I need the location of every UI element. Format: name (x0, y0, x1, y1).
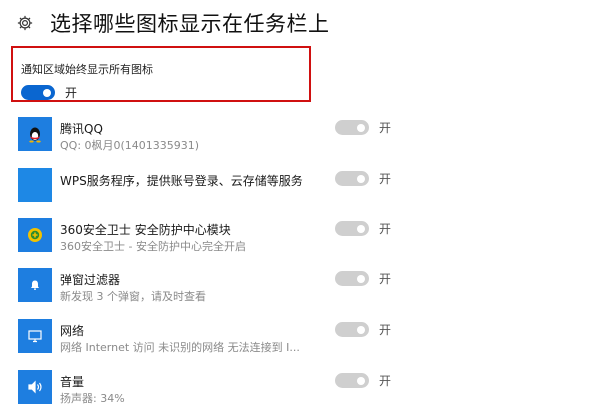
toggle-switch-off[interactable] (335, 373, 369, 388)
toggle-state-label: 开 (379, 172, 392, 186)
page-title: 选择哪些图标显示在任务栏上 (50, 12, 330, 36)
qq-penguin-icon (18, 117, 52, 151)
list-item: 360安全卫士 安全防护中心模块 360安全卫士 - 安全防护中心完全开启 开 (18, 218, 598, 254)
monitor-icon (18, 319, 52, 353)
toggle-switch-off[interactable] (335, 221, 369, 236)
list-item: 腾讯QQ QQ: 0枫月0(1401335931) 开 (18, 117, 598, 153)
item-toggle[interactable]: 开 (335, 372, 391, 389)
item-title: 360安全卫士 安全防护中心模块 (60, 223, 231, 237)
always-show-label: 通知区域始终显示所有图标 (21, 63, 153, 76)
always-show-toggle[interactable]: 开 (21, 84, 77, 101)
page-header: 选择哪些图标显示在任务栏上 (14, 6, 330, 40)
app-tile-icon (18, 168, 52, 202)
item-subtitle: 360安全卫士 - 安全防护中心完全开启 (60, 240, 246, 253)
item-toggle[interactable]: 开 (335, 270, 391, 287)
item-title: 网络 (60, 324, 85, 338)
item-subtitle: 新发现 3 个弹窗，请及时查看 (60, 290, 206, 303)
item-subtitle: QQ: 0枫月0(1401335931) (60, 139, 200, 152)
item-title: 音量 (60, 375, 85, 389)
toggle-state-label: 开 (379, 323, 392, 337)
item-title: 腾讯QQ (60, 122, 103, 136)
list-item: 网络 网络 Internet 访问 未识别的网络 无法连接到 I... 开 (18, 319, 598, 355)
toggle-switch-on[interactable] (21, 85, 55, 100)
list-item: 音量 扬声器: 34% 开 (18, 370, 598, 406)
toggle-state-label: 开 (379, 374, 392, 388)
toggle-switch-off[interactable] (335, 322, 369, 337)
item-title: 弹窗过滤器 (60, 273, 121, 287)
toggle-state-label: 开 (379, 121, 392, 135)
item-title: WPS服务程序，提供账号登录、云存储等服务 (60, 174, 303, 188)
toggle-switch-off[interactable] (335, 271, 369, 286)
toggle-state-label: 开 (379, 222, 392, 236)
toggle-switch-off[interactable] (335, 120, 369, 135)
always-show-section: 通知区域始终显示所有图标 开 (11, 46, 311, 102)
item-subtitle: 扬声器: 34% (60, 392, 125, 405)
toggle-state-label: 开 (65, 86, 78, 100)
gear-icon (14, 12, 36, 34)
item-subtitle: 网络 Internet 访问 未识别的网络 无法连接到 I... (60, 341, 300, 354)
shield-360-icon (18, 218, 52, 252)
list-item: WPS服务程序，提供账号登录、云存储等服务 开 (18, 168, 598, 204)
item-toggle[interactable]: 开 (335, 220, 391, 237)
toggle-switch-off[interactable] (335, 171, 369, 186)
item-toggle[interactable]: 开 (335, 321, 391, 338)
item-toggle[interactable]: 开 (335, 170, 391, 187)
bell-icon (18, 268, 52, 302)
toggle-state-label: 开 (379, 272, 392, 286)
list-item: 弹窗过滤器 新发现 3 个弹窗，请及时查看 开 (18, 268, 598, 304)
speaker-icon (18, 370, 52, 404)
item-toggle[interactable]: 开 (335, 119, 391, 136)
